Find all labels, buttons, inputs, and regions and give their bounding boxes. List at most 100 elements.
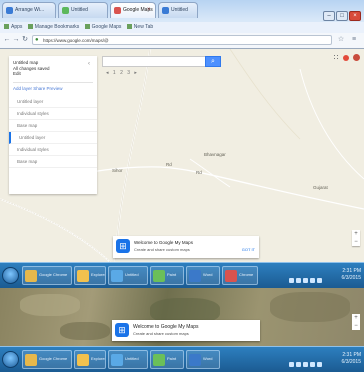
- clock-time: 2:31 PM: [342, 352, 361, 358]
- zoom-out-button[interactable]: −: [352, 238, 360, 246]
- taskbar-button[interactable]: Paint: [150, 266, 184, 285]
- network-icon[interactable]: [289, 362, 294, 367]
- bell-icon[interactable]: [343, 55, 349, 61]
- taskbar-button[interactable]: Word: [186, 266, 220, 285]
- app-icon: [111, 354, 123, 366]
- layer-item[interactable]: Base map: [9, 156, 97, 168]
- bookmark-item[interactable]: Apps: [4, 22, 22, 33]
- reload-button[interactable]: ↻: [21, 36, 29, 44]
- search-button[interactable]: ⌕: [205, 56, 221, 67]
- edit-link[interactable]: Edit: [13, 71, 93, 77]
- minimize-button[interactable]: –: [323, 11, 335, 21]
- browser-menu-button[interactable]: ≡: [350, 36, 358, 44]
- layer-item[interactable]: Base map: [9, 120, 97, 132]
- map-label: Bhavnagar: [204, 152, 226, 157]
- zoom-out-button[interactable]: −: [352, 322, 360, 330]
- maximize-button[interactable]: □: [336, 11, 348, 21]
- app-icon: [25, 270, 37, 282]
- taskbar-button[interactable]: Paint: [150, 350, 184, 369]
- zoom-in-button[interactable]: +: [352, 230, 360, 238]
- tab-close-icon[interactable]: ×: [147, 7, 153, 13]
- tab-4[interactable]: Untitled: [158, 2, 198, 18]
- start-button[interactable]: [2, 351, 19, 368]
- account-controls: [333, 54, 360, 64]
- got-it-button[interactable]: GOT IT: [242, 247, 255, 252]
- apps-icon[interactable]: [333, 54, 340, 61]
- taskbar-button[interactable]: Untitled: [108, 266, 148, 285]
- toolbar-redo-button[interactable]: ▸: [134, 69, 137, 77]
- system-tray-icons: [287, 270, 322, 283]
- app-icon: [153, 354, 165, 366]
- bookmark-item[interactable]: Manage Bookmarks: [27, 22, 79, 33]
- clock-time: 2:31 PM: [342, 268, 361, 274]
- layer-item[interactable]: Untitled layer: [9, 96, 97, 108]
- clock-date: 6/3/2015: [341, 275, 361, 281]
- zoom-controls-satellite: + −: [352, 314, 360, 330]
- taskbar-button[interactable]: Explorer: [74, 266, 106, 285]
- start-button[interactable]: [2, 267, 19, 284]
- tab-2[interactable]: Untitled: [58, 2, 108, 18]
- taskbar-button[interactable]: Google Chrome: [22, 350, 72, 369]
- tab-favicon-icon: [162, 7, 169, 14]
- map-label: Sihor: [112, 168, 123, 173]
- app-icon: [77, 270, 89, 282]
- page-bottom-edge: [0, 372, 364, 376]
- clock[interactable]: 2:31 PM 6/3/2015: [342, 352, 361, 368]
- clock[interactable]: 2:31 PM 6/3/2015: [342, 268, 361, 284]
- network-icon[interactable]: [289, 278, 294, 283]
- battery-icon[interactable]: [303, 278, 308, 283]
- language-icon[interactable]: [317, 278, 322, 283]
- flag-icon[interactable]: [310, 278, 315, 283]
- battery-icon[interactable]: [303, 362, 308, 367]
- bookmarks-bar: Apps Manage Bookmarks Google Maps New Ta…: [0, 22, 364, 33]
- toolbar-tool-button[interactable]: 1: [113, 69, 116, 77]
- taskbar-button[interactable]: Explorer: [74, 350, 106, 369]
- tab-favicon-icon: [6, 7, 13, 14]
- map-label: Gujarat: [313, 185, 328, 190]
- collapse-panel-icon[interactable]: ‹: [88, 61, 94, 67]
- taskbar-button[interactable]: Google Chrome: [22, 266, 72, 285]
- terrain-patch: [60, 322, 110, 340]
- tab-3[interactable]: Google Maps ×: [110, 2, 156, 18]
- map-label: Rd: [196, 170, 202, 175]
- bookmark-item[interactable]: Google Maps: [84, 22, 121, 33]
- close-window-button[interactable]: ×: [349, 11, 361, 21]
- tab-favicon-icon: [62, 7, 69, 14]
- avatar[interactable]: [353, 54, 360, 61]
- tab-1[interactable]: Arrange Wi...: [2, 2, 56, 18]
- taskbar-button[interactable]: Word: [186, 350, 220, 369]
- tab-strip: Arrange Wi... Untitled Google Maps × Unt…: [0, 2, 364, 22]
- bookmark-item[interactable]: New Tab: [126, 22, 153, 33]
- bookmark-icon: [4, 24, 9, 29]
- toolbar-tool-button[interactable]: 2: [120, 69, 123, 77]
- address-bar[interactable]: ● https://www.google.com/maps/@: [32, 35, 332, 45]
- tab-label: Untitled: [71, 7, 88, 13]
- volume-icon[interactable]: [296, 278, 301, 283]
- back-button[interactable]: ←: [3, 36, 11, 44]
- bookmark-star-button[interactable]: ☆: [337, 36, 345, 44]
- welcome-card-satellite: ⊞ Welcome to Google My Maps Create and s…: [112, 320, 260, 341]
- bookmark-icon: [126, 24, 132, 29]
- flag-icon[interactable]: [310, 362, 315, 367]
- taskbar-button[interactable]: Chrome: [222, 266, 258, 285]
- forward-button[interactable]: →: [12, 36, 20, 44]
- layer-item[interactable]: Untitled layer: [9, 132, 97, 144]
- zoom-in-button[interactable]: +: [352, 314, 360, 322]
- card-title: Welcome to Google My Maps: [134, 240, 193, 245]
- volume-icon[interactable]: [296, 362, 301, 367]
- window-controls: – □ ×: [322, 4, 361, 21]
- tab-favicon-icon: [114, 7, 121, 14]
- screenshot: Arrange Wi... Untitled Google Maps × Unt…: [0, 0, 364, 376]
- app-icon: [111, 270, 123, 282]
- map-title-block: Untitled map All changes saved Edit: [13, 60, 93, 78]
- layer-item[interactable]: Individual styles: [9, 108, 97, 120]
- taskbar-button[interactable]: Untitled: [108, 350, 148, 369]
- toolbar-undo-button[interactable]: ◂: [106, 69, 109, 77]
- terrain-patch: [20, 294, 80, 316]
- search-input[interactable]: [104, 57, 208, 66]
- layer-actions[interactable]: Add layer Share Preview: [13, 82, 93, 92]
- toolbar-tool-button[interactable]: 3: [127, 69, 130, 77]
- windows-taskbar-2: Google Chrome Explorer Untitled Paint Wo…: [0, 346, 364, 372]
- language-icon[interactable]: [317, 362, 322, 367]
- layer-item[interactable]: Individual styles: [9, 144, 97, 156]
